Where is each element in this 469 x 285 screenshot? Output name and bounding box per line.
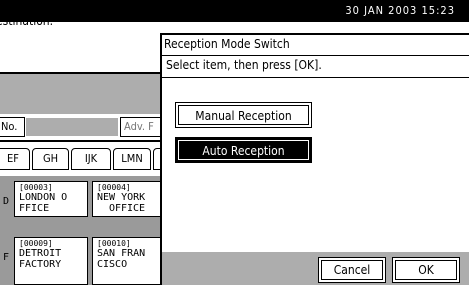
entry-number: [00003] (19, 183, 53, 192)
manual-reception-label: Manual Reception (178, 105, 309, 125)
tab-ef[interactable]: EF (0, 148, 30, 170)
entry-number: [00004] (97, 183, 131, 192)
entry-number: [00009] (19, 239, 53, 248)
entry-name: DETROIT (19, 248, 62, 259)
entry-name: SAN FRAN (97, 248, 146, 259)
entry-name-cont: CISCO (97, 259, 128, 270)
destination-display (0, 74, 160, 114)
tab-lmn[interactable]: LMN (113, 148, 151, 170)
message-area (0, 22, 160, 74)
entry-name-cont: OFFICE (108, 203, 146, 214)
advanced-search-button[interactable]: Adv. F (120, 117, 162, 137)
auto-reception-label: Auto Reception (178, 140, 309, 160)
number-field (26, 118, 118, 136)
destination-entry[interactable]: [00010] SAN FRAN CISCO (92, 237, 162, 285)
destination-entry[interactable]: [00009] DETROIT FACTORY (14, 237, 88, 285)
destination-entry[interactable]: [00004] NEW YORK OFFICE (92, 181, 162, 217)
entry-prefix: D (3, 196, 10, 207)
entry-name-cont: FFICE (19, 203, 50, 214)
auto-reception-button[interactable]: Auto Reception (175, 137, 312, 163)
tab-gh[interactable]: GH (32, 148, 69, 170)
divider (162, 55, 469, 56)
cancel-label: Cancel (321, 260, 383, 280)
dialog-title: Reception Mode Switch (164, 37, 290, 51)
cancel-button[interactable]: Cancel (318, 257, 386, 283)
entry-prefix: F (3, 252, 10, 263)
entry-name-cont: FACTORY (19, 259, 62, 270)
divider (162, 77, 469, 78)
destination-entry[interactable]: [00003] LONDON O FFICE (14, 181, 88, 217)
manual-reception-button[interactable]: Manual Reception (175, 102, 312, 128)
tab-ijk[interactable]: IJK (71, 148, 111, 170)
entry-number: [00010] (97, 239, 131, 248)
message-text: estination. (0, 14, 54, 28)
ok-button[interactable]: OK (392, 257, 460, 283)
entry-name: LONDON O (19, 192, 68, 203)
entry-name: NEW YORK (97, 192, 146, 203)
clock: 30 JAN 2003 15:23 (345, 4, 455, 17)
ok-label: OK (395, 260, 457, 280)
dialog-instruction: Select item, then press [OK]. (166, 58, 322, 72)
number-search-button[interactable]: No. (0, 117, 25, 137)
